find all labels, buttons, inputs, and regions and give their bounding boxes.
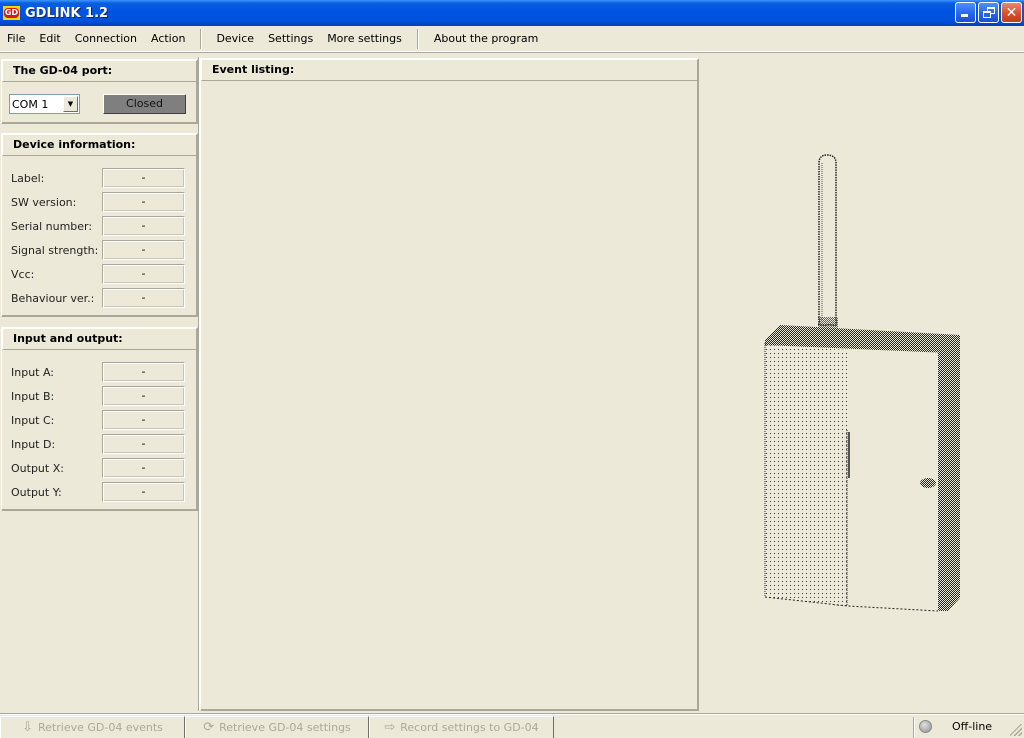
field-label: Output X:	[11, 461, 64, 475]
title-bar: GD GDLINK 1.2 ✕	[0, 0, 1024, 26]
field-value: -	[102, 240, 185, 260]
port-panel: The GD-04 port:	[1, 59, 198, 124]
field-value: -	[102, 192, 185, 212]
port-panel-title: The GD-04 port:	[2, 60, 197, 82]
field-value: -	[102, 264, 185, 284]
field-label: Label:	[11, 171, 45, 185]
window-title: GDLINK 1.2	[25, 5, 109, 21]
io-field-input-b: Input B: -	[11, 386, 186, 406]
retrieve-settings-label: Retrieve GD-04 settings	[219, 721, 351, 734]
close-icon: ✕	[1005, 4, 1018, 21]
menu-bar: File Edit Connection Action Device Setti…	[0, 26, 1024, 52]
device-field-behaviour-ver: Behaviour ver.: -	[11, 288, 186, 308]
device-field-sw-version: SW version: -	[11, 192, 186, 212]
field-value: -	[102, 362, 185, 382]
port-status-button[interactable]: Closed	[103, 94, 186, 114]
bottom-toolbar: ⇩ Retrieve GD-04 events ⟳ Retrieve GD-04…	[0, 713, 1024, 738]
retrieve-settings-button[interactable]: ⟳ Retrieve GD-04 settings	[185, 716, 369, 738]
field-value: -	[102, 168, 185, 188]
download-icon: ⇩	[22, 720, 34, 735]
connection-status: Off-line	[952, 720, 993, 733]
device-illustration	[764, 154, 960, 612]
event-listing-panel: Event listing:	[200, 58, 699, 711]
retrieve-events-button[interactable]: ⇩ Retrieve GD-04 events	[0, 716, 185, 738]
restore-button[interactable]	[978, 2, 999, 23]
menu-separator	[416, 28, 419, 49]
minimize-icon	[961, 14, 968, 17]
menu-connection[interactable]: Connection	[68, 29, 144, 49]
record-settings-button[interactable]: ⇨ Record settings to GD-04	[369, 716, 554, 738]
menu-separator	[200, 28, 203, 49]
io-field-output-x: Output X: -	[11, 458, 186, 478]
field-value: -	[102, 410, 185, 430]
device-field-serial-number: Serial number: -	[11, 216, 186, 236]
field-label: Input D:	[11, 437, 56, 451]
resize-grip-icon[interactable]	[1010, 724, 1022, 736]
io-field-input-d: Input D: -	[11, 434, 186, 454]
field-value: -	[102, 216, 185, 236]
device-info-title: Device information:	[2, 134, 197, 156]
status-separator	[913, 717, 915, 738]
field-label: Behaviour ver.:	[11, 291, 95, 305]
field-label: Input B:	[11, 389, 55, 403]
field-value: -	[102, 386, 185, 406]
connection-led-icon	[919, 720, 932, 733]
field-label: Output Y:	[11, 485, 62, 499]
port-select[interactable]: COM 1 ▼	[9, 94, 80, 114]
app-logo-text: GD	[3, 8, 20, 18]
field-label: Input C:	[11, 413, 55, 427]
chevron-down-icon[interactable]: ▼	[63, 96, 78, 112]
field-label: SW version:	[11, 195, 77, 209]
minimize-button[interactable]	[955, 2, 976, 23]
field-value: -	[102, 458, 185, 478]
menu-more-settings[interactable]: More settings	[320, 29, 409, 49]
refresh-icon: ⟳	[203, 720, 215, 735]
device-body-icon	[764, 325, 960, 612]
field-value: -	[102, 288, 185, 308]
io-field-output-y: Output Y: -	[11, 482, 186, 502]
menu-settings[interactable]: Settings	[261, 29, 320, 49]
close-button[interactable]: ✕	[1001, 2, 1022, 23]
menu-about[interactable]: About the program	[427, 29, 546, 49]
device-field-vcc: Vcc: -	[11, 264, 186, 284]
device-field-signal-strength: Signal strength: -	[11, 240, 186, 260]
menu-edit[interactable]: Edit	[32, 29, 67, 49]
field-label: Signal strength:	[11, 243, 99, 257]
event-listing-title: Event listing:	[201, 59, 698, 81]
field-value: -	[102, 434, 185, 454]
menu-action[interactable]: Action	[144, 29, 192, 49]
menu-file[interactable]: File	[0, 29, 32, 49]
io-field-input-c: Input C: -	[11, 410, 186, 430]
record-settings-label: Record settings to GD-04	[400, 721, 539, 734]
device-field-label: Label: -	[11, 168, 186, 188]
antenna-icon	[818, 154, 838, 331]
field-value: -	[102, 482, 185, 502]
field-label: Serial number:	[11, 219, 93, 233]
event-list[interactable]	[202, 82, 696, 708]
arrow-right-icon: ⇨	[384, 720, 396, 735]
app-logo-icon: GD	[3, 6, 20, 20]
menu-device[interactable]: Device	[210, 29, 261, 49]
io-field-input-a: Input A: -	[11, 362, 186, 382]
field-label: Vcc:	[11, 267, 35, 281]
retrieve-events-label: Retrieve GD-04 events	[38, 721, 163, 734]
io-panel-title: Input and output:	[2, 328, 197, 350]
field-label: Input A:	[11, 365, 55, 379]
restore-icon-front	[983, 11, 991, 18]
port-select-value: COM 1	[12, 97, 49, 111]
